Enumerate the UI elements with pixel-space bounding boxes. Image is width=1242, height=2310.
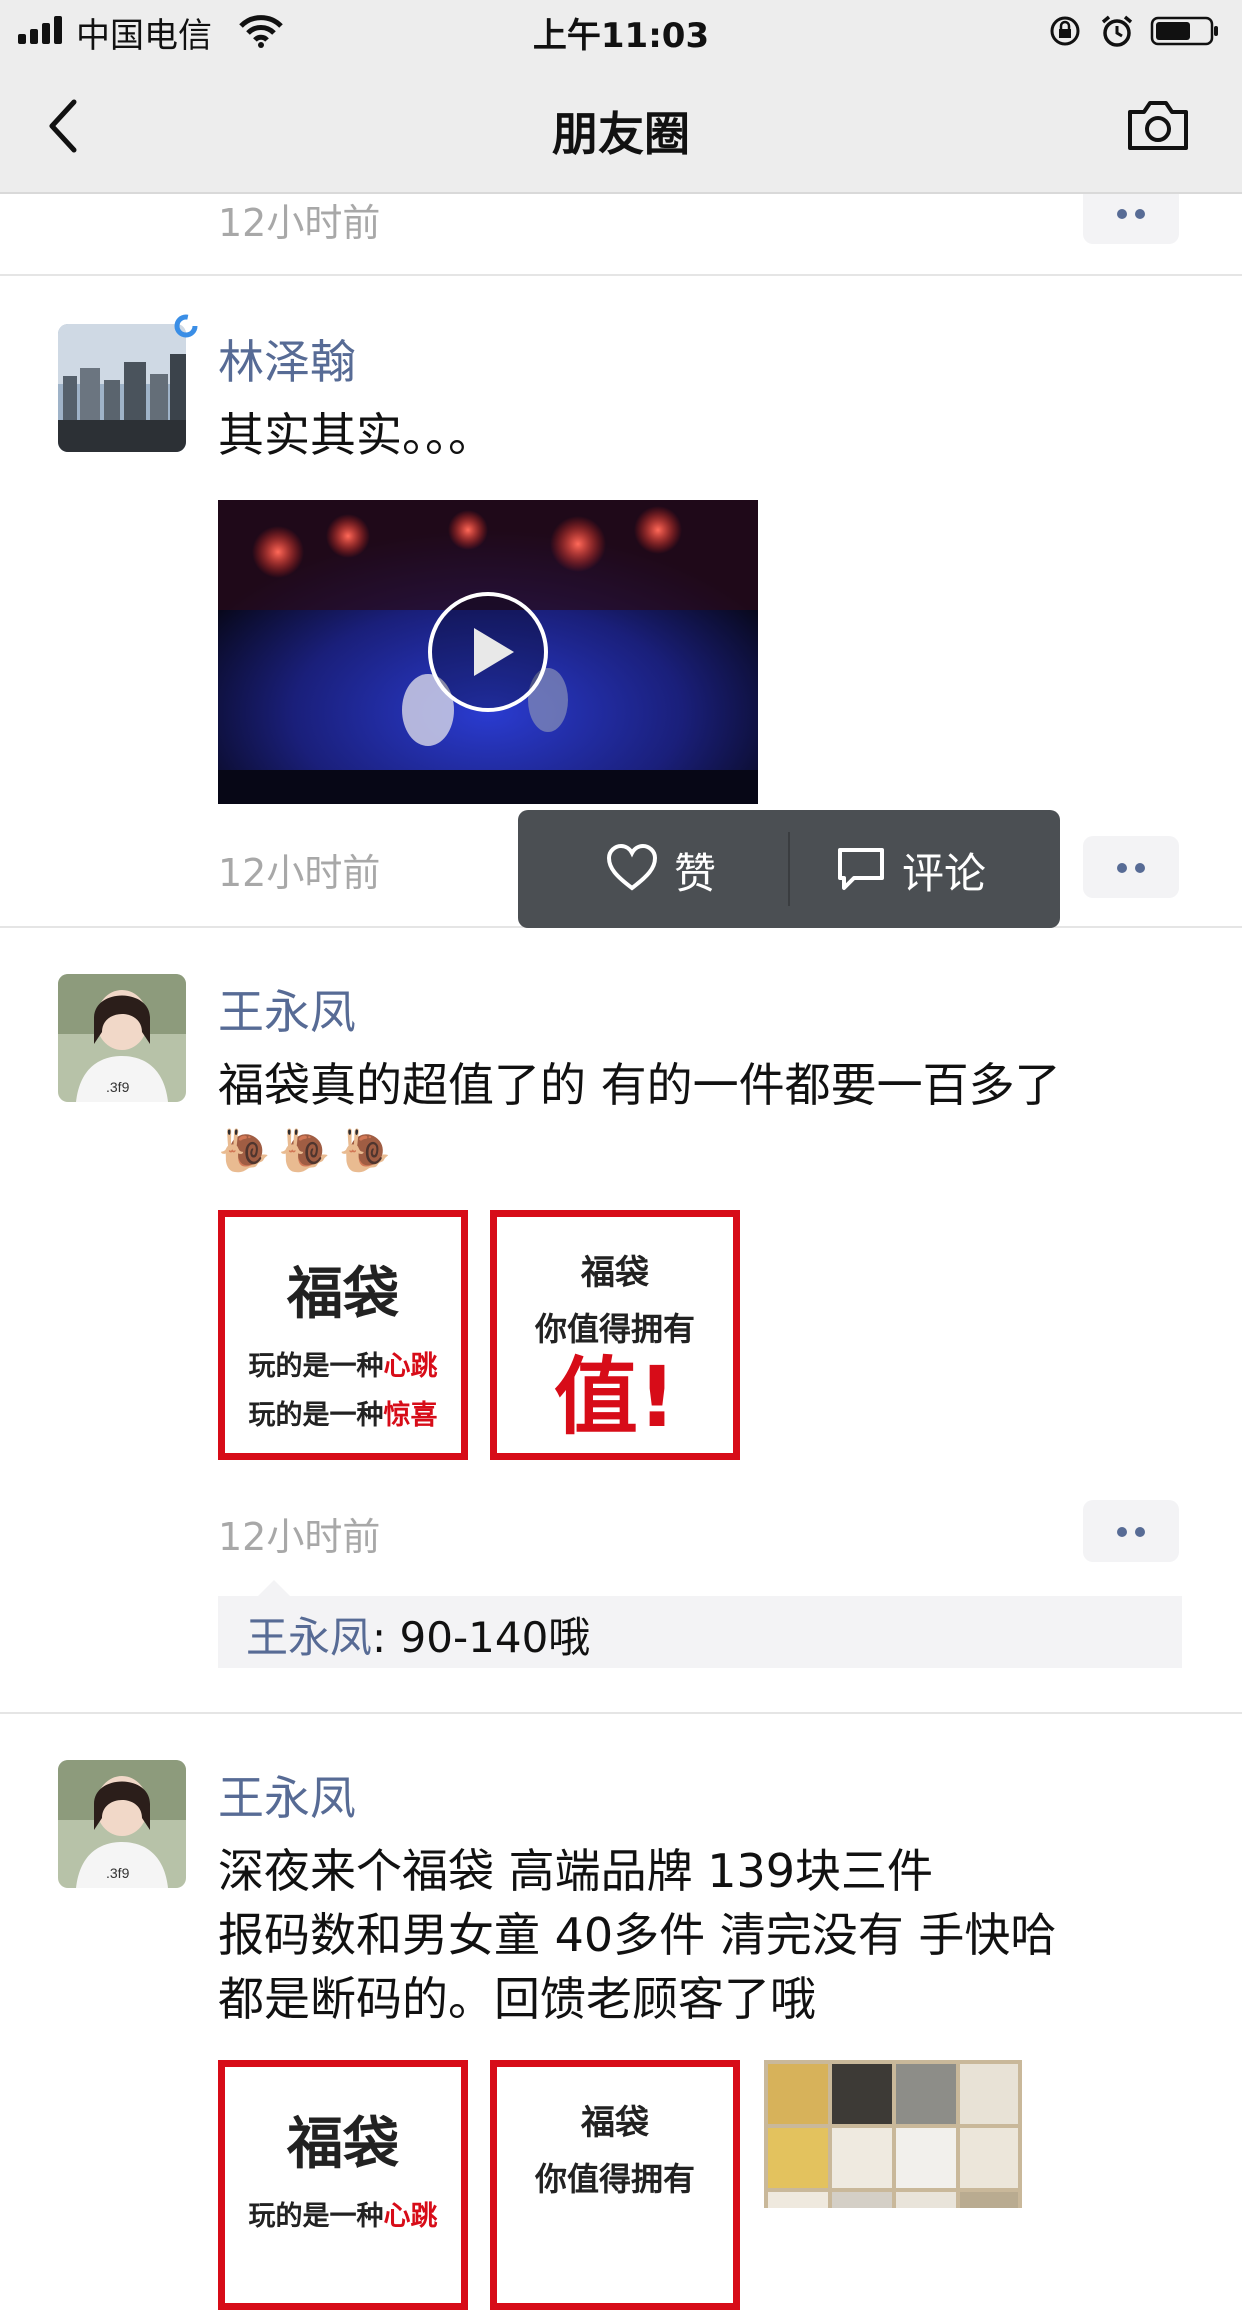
post-time: 12小时前 [218,201,381,245]
post-text-line: 深夜来个福袋 高端品牌 139块三件 [218,1844,934,1898]
fudai-title: 福袋 [287,1262,399,1327]
alarm-icon [1101,15,1133,47]
fudai-highlight: 心跳 [383,1351,438,1382]
post-author[interactable]: 王永凤 [218,976,356,1042]
fudai-title: 福袋 [581,1253,649,1293]
fudai-line: 玩的是一种 [248,1351,384,1382]
comment-label: 评论 [902,849,987,898]
post-time: 12小时前 [218,851,381,895]
comment-button[interactable]: 评论 [790,810,1060,928]
post-text: 福袋真的超值了的 有的一件都要一百多了 [218,1058,1061,1112]
post-author[interactable]: 王永凤 [218,1762,356,1828]
post-text-line: 都是断码的。回馈老顾客了哦 [218,1972,816,2026]
page-title: 朋友圈 [552,107,690,161]
moments-feed: 12小时前 林泽翰 其实其实。。。 12小时前 赞 评论 .3f9 王永凤 福袋… [0,0,1242,2310]
comment-icon [838,848,884,890]
heart-icon [606,844,658,891]
post-image[interactable]: 福袋 你值得拥有 [490,2060,740,2310]
avatar[interactable]: .3f9 [58,1760,186,1888]
fudai-line: 玩的是一种 [248,1400,384,1431]
play-icon [428,592,548,712]
battery-icon [1150,16,1218,46]
avatar[interactable]: .3f9 [58,974,186,1102]
comment-separator: : [372,1613,400,1662]
more-options-button[interactable] [1083,836,1179,898]
more-options-button[interactable] [1083,1500,1179,1562]
post-text: 其实其实。。。 [218,408,494,462]
svg-text:.3f9: .3f9 [106,1865,130,1881]
comment[interactable]: 王永凤: 90-140哦 [246,1604,590,1665]
action-popup: 赞 评论 [518,810,1060,928]
fudai-line: 你值得拥有 [534,1310,695,1348]
post-image[interactable] [764,2060,1022,2208]
top-bar: 中国电信 上午11:03 朋友圈 [0,0,1242,194]
post-image[interactable]: 福袋 玩的是一种心跳 [218,2060,468,2310]
svg-text:.3f9: .3f9 [106,1079,130,1095]
post-divider [0,1712,1242,1714]
comment-area: 王永凤: 90-140哦 [218,1580,1182,1668]
post-author[interactable]: 林泽翰 [218,326,356,392]
post-text-line: 报码数和男女童 40多件 清完没有 手快哈 [218,1908,1057,1962]
avatar-photo [58,324,186,452]
fudai-big-text: 值! [553,1348,677,1446]
fudai-line: 你值得拥有 [534,2160,695,2198]
comment-author[interactable]: 王永凤 [246,1613,372,1662]
like-label: 赞 [674,849,717,898]
post-image[interactable]: 福袋 你值得拥有 值! [490,1210,740,1460]
post-time: 12小时前 [218,1515,381,1559]
like-button[interactable]: 赞 [518,810,788,928]
post-image[interactable]: 福袋 玩的是一种心跳 玩的是一种惊喜 [218,1210,468,1460]
avatar[interactable] [58,324,186,452]
status-bar: 中国电信 上午11:03 [0,0,1242,62]
rotation-lock-icon [1050,16,1080,46]
refresh-icon [174,314,198,338]
fudai-highlight: 惊喜 [383,1400,438,1431]
fudai-title: 福袋 [287,2112,399,2177]
clothes-photo [764,2060,1022,2208]
video-thumbnail[interactable] [218,500,758,804]
post-emoji: 🐌🐌🐌 [218,1126,399,1175]
fudai-highlight: 心跳 [383,2201,438,2232]
avatar-photo: .3f9 [58,974,186,1102]
camera-icon[interactable] [1126,98,1190,152]
post-divider [0,274,1242,276]
comment-text: 90-140哦 [399,1613,591,1662]
fudai-line: 玩的是一种 [248,2201,384,2232]
avatar-photo: .3f9 [58,1760,186,1888]
fudai-title: 福袋 [581,2103,649,2143]
